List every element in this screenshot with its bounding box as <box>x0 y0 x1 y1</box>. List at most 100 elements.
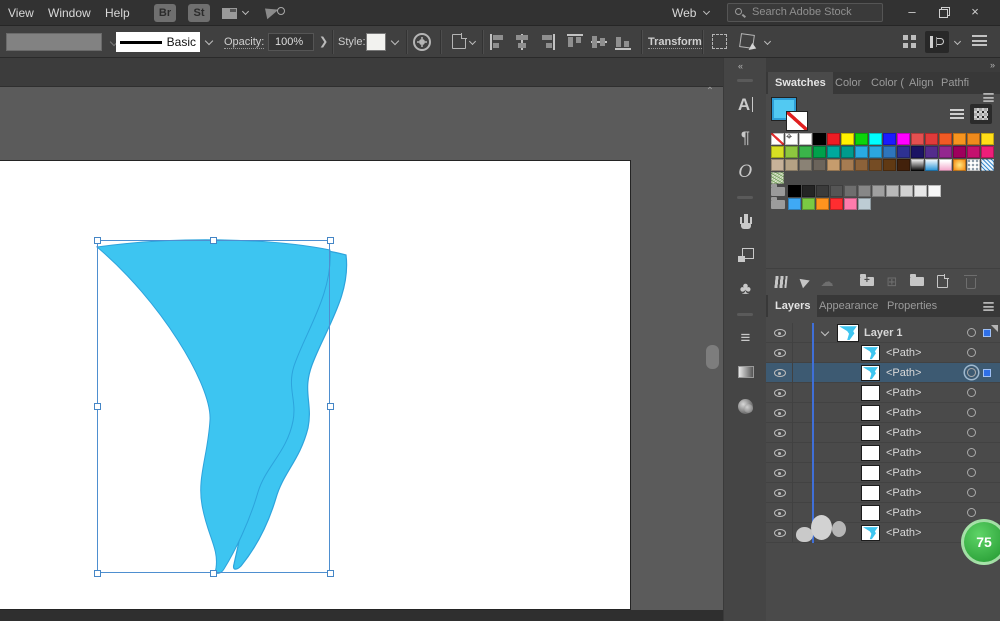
select-similar-chevron-icon[interactable] <box>764 38 771 45</box>
swatch[interactable] <box>914 185 927 197</box>
swatch[interactable] <box>785 146 798 158</box>
target-circle[interactable] <box>967 368 976 377</box>
visibility-eye-icon[interactable] <box>774 409 786 417</box>
swatch[interactable] <box>855 133 868 145</box>
swatch[interactable] <box>925 146 938 158</box>
swatch[interactable] <box>911 133 924 145</box>
path-row[interactable]: <Path> <box>766 403 1000 423</box>
dock-group-grip[interactable] <box>737 79 753 82</box>
align-right-icon[interactable] <box>538 34 555 50</box>
path-row[interactable]: <Path> <box>766 343 1000 363</box>
visibility-eye-icon[interactable] <box>774 429 786 437</box>
path-row[interactable]: <Path> <box>766 383 1000 403</box>
swatch[interactable] <box>830 198 843 210</box>
swatch[interactable] <box>771 133 784 145</box>
stroke-none-swatch[interactable] <box>787 112 807 130</box>
align-top-icon[interactable] <box>567 34 584 50</box>
bbox-handle-mid-right[interactable] <box>327 403 334 410</box>
bbox-handle-mid-left[interactable] <box>94 403 101 410</box>
workspace-switcher[interactable]: Web <box>672 6 696 20</box>
path-row[interactable]: <Path> <box>766 363 1000 383</box>
swatch[interactable] <box>827 159 840 171</box>
layer-thumbnail[interactable] <box>861 385 880 401</box>
swatch[interactable] <box>802 198 815 210</box>
canvas-area[interactable]: ⌃ <box>0 58 723 621</box>
progress-badge[interactable]: 75 <box>961 519 1000 565</box>
list-view-button[interactable] <box>946 104 968 124</box>
swatch[interactable] <box>816 185 829 197</box>
path-row[interactable]: <Path> <box>766 463 1000 483</box>
layer-thumbnail[interactable] <box>861 505 880 521</box>
gradient-panel-icon[interactable] <box>724 355 767 389</box>
visibility-eye-icon[interactable] <box>774 349 786 357</box>
align-h-center-icon[interactable] <box>514 34 531 50</box>
expand-chevron-icon[interactable] <box>821 328 829 336</box>
tab-appearance[interactable]: Appearance <box>812 295 885 317</box>
target-circle[interactable] <box>967 508 976 517</box>
swatch[interactable] <box>785 133 798 145</box>
opacity-stepper[interactable]: ❯ <box>319 35 328 48</box>
swatch[interactable] <box>939 133 952 145</box>
swatch[interactable] <box>844 185 857 197</box>
new-swatch-group-icon[interactable] <box>858 274 876 289</box>
menu-view[interactable]: View <box>8 6 34 20</box>
opacity-label[interactable]: Opacity: <box>224 36 264 49</box>
layer-thumbnail[interactable] <box>861 425 880 441</box>
brushes-panel-icon[interactable] <box>724 204 767 238</box>
swatch[interactable] <box>799 133 812 145</box>
swatch[interactable] <box>816 198 829 210</box>
swatch[interactable] <box>897 146 910 158</box>
new-color-group-icon[interactable] <box>908 274 926 289</box>
cloud-sync-icon[interactable]: ☁ <box>818 274 836 289</box>
bbox-handle-top-center[interactable] <box>210 237 217 244</box>
path-row[interactable]: <Path> <box>766 503 1000 523</box>
menu-help[interactable]: Help <box>105 6 130 20</box>
swatch[interactable] <box>883 146 896 158</box>
swatch[interactable] <box>953 133 966 145</box>
swatch[interactable] <box>771 172 784 184</box>
swatch[interactable] <box>897 159 910 171</box>
swatch[interactable] <box>858 198 871 210</box>
expand-panels-icon[interactable]: » <box>990 60 994 70</box>
target-circle[interactable] <box>967 488 976 497</box>
bridge-button[interactable]: Br <box>154 4 176 22</box>
swatch[interactable] <box>967 133 980 145</box>
swatch[interactable] <box>883 159 896 171</box>
vertical-scrollbar[interactable] <box>706 345 719 369</box>
layer-thumbnail[interactable] <box>861 405 880 421</box>
arrange-documents-icon[interactable] <box>222 8 237 19</box>
align-left-icon[interactable] <box>490 34 507 50</box>
document-setup-icon[interactable] <box>452 34 466 49</box>
bounding-box-icon[interactable] <box>712 34 727 49</box>
swatch[interactable] <box>771 159 784 171</box>
swatch[interactable] <box>883 133 896 145</box>
swatch[interactable] <box>925 159 938 171</box>
swatch[interactable] <box>981 146 994 158</box>
target-circle[interactable] <box>967 448 976 457</box>
swatch[interactable] <box>788 185 801 197</box>
workspace-chevron-icon[interactable] <box>703 8 710 15</box>
swatch[interactable] <box>858 185 871 197</box>
path-row[interactable]: <Path> <box>766 423 1000 443</box>
swatch[interactable] <box>967 146 980 158</box>
swatch[interactable] <box>953 146 966 158</box>
swatch-libraries-icon[interactable] <box>772 274 790 289</box>
select-similar-icon[interactable] <box>739 33 755 49</box>
close-button[interactable]: × <box>960 0 990 24</box>
target-circle[interactable] <box>967 468 976 477</box>
swatch[interactable] <box>799 146 812 158</box>
bbox-handle-bottom-right[interactable] <box>327 570 334 577</box>
swatch[interactable] <box>911 146 924 158</box>
visibility-eye-icon[interactable] <box>774 489 786 497</box>
swatch[interactable] <box>981 133 994 145</box>
paragraph-panel-icon[interactable]: ¶ <box>724 121 767 155</box>
swatch[interactable] <box>827 146 840 158</box>
opacity-input[interactable]: 100% <box>268 33 314 51</box>
panel-toggle-icon[interactable] <box>925 31 949 53</box>
menu-window[interactable]: Window <box>48 6 91 20</box>
path-row[interactable]: <Path> <box>766 443 1000 463</box>
scroll-up-arrow[interactable]: ⌃ <box>703 86 717 98</box>
visibility-eye-icon[interactable] <box>774 529 786 537</box>
swatch[interactable] <box>900 185 913 197</box>
tab-swatches[interactable]: Swatches <box>768 72 833 94</box>
